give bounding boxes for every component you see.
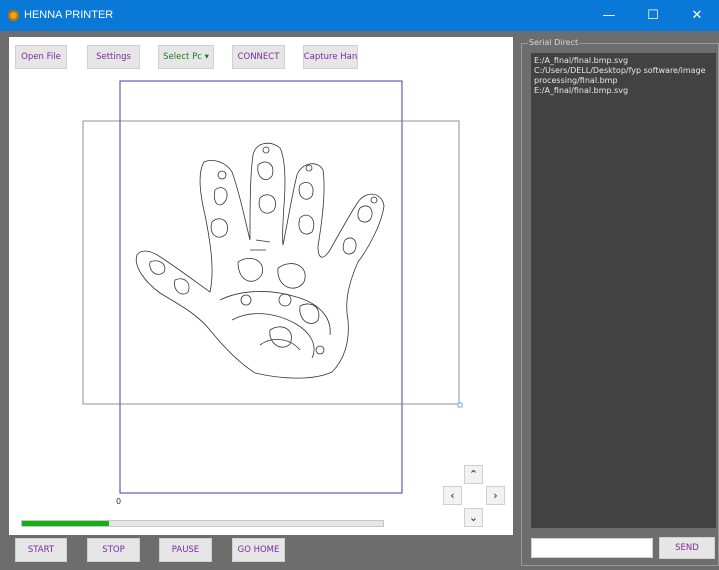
jog-right-button[interactable]: › [486, 486, 505, 505]
stop-button[interactable]: STOP [87, 538, 140, 562]
hand-henna-drawing [135, 142, 385, 379]
start-button[interactable]: START [15, 538, 67, 562]
serial-title: Serial Direct [528, 38, 580, 47]
resize-handle[interactable] [457, 402, 463, 408]
serial-line: E:/A_final/final.bmp.svg [534, 56, 629, 65]
serial-line: processing/final.bmp [534, 76, 618, 85]
serial-line: C:/Users/DELL/Desktop/fyp software/image [534, 66, 706, 75]
jog-left-button[interactable]: ‹ [443, 486, 462, 505]
serial-line: E:/A_final/final.bmp.svg [534, 86, 629, 95]
jog-up-button[interactable]: ⌃ [464, 465, 483, 484]
serial-input[interactable] [531, 538, 653, 558]
serial-output[interactable]: E:/A_final/final.bmp.svg C:/Users/DELL/De… [531, 53, 716, 528]
image-bounds-frame [82, 120, 460, 405]
origin-label: 0 [116, 497, 122, 506]
pause-button[interactable]: PAUSE [159, 538, 212, 562]
send-button[interactable]: SEND [659, 537, 715, 559]
jog-down-button[interactable]: ⌄ [464, 508, 483, 527]
progress-bar [21, 520, 384, 527]
progress-fill [22, 521, 109, 526]
print-area-frame [119, 80, 403, 494]
go-home-button[interactable]: GO HOME [232, 538, 285, 562]
